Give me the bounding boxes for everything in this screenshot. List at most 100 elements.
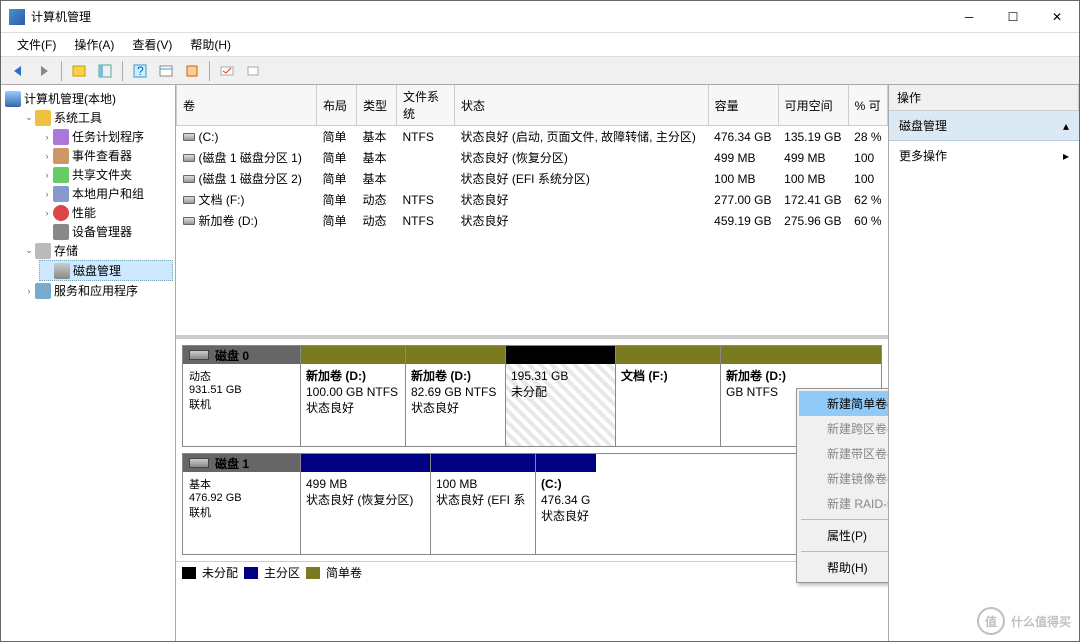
actions-header: 操作 [889,85,1079,111]
legend: 未分配 主分区 简单卷 [176,561,888,583]
toolbar-icon[interactable] [155,60,177,82]
menu-view[interactable]: 查看(V) [124,33,180,56]
volume-header-row[interactable]: 卷 布局 类型 文件系统 状态 容量 可用空间 % 可 [177,85,888,126]
menu-help[interactable]: 帮助(H) [182,33,239,56]
forward-button[interactable] [33,60,55,82]
partition-unallocated[interactable]: 195.31 GB未分配 [506,346,616,446]
disk-row[interactable]: 磁盘 0动态931.51 GB联机新加卷 (D:)100.00 GB NTFS状… [182,345,882,447]
partition[interactable]: 100 MB状态良好 (EFI 系 [431,454,536,554]
ctx-properties[interactable]: 属性(P) [799,523,888,548]
help-icon[interactable]: ? [129,60,151,82]
col-pct: % 可 [855,99,881,113]
close-button[interactable]: ✕ [1035,2,1079,32]
col-free: 可用空间 [785,99,833,113]
back-button[interactable] [7,60,29,82]
gear-icon [35,283,51,299]
toolbar-icon[interactable] [242,60,264,82]
ctx-new-striped-volume: 新建带区卷(T)... [799,441,888,466]
legend-swatch-simple [306,567,320,579]
partition-bar [301,346,405,364]
tree-performance[interactable]: › 性能 [39,203,173,222]
tree-task-scheduler[interactable]: ›任务计划程序 [39,127,173,146]
volume-row[interactable]: (磁盘 1 磁盘分区 1)简单基本状态良好 (恢复分区)499 MB499 MB… [177,147,888,168]
partition-bar [431,454,535,472]
partition[interactable]: 499 MB状态良好 (恢复分区) [301,454,431,554]
caret-right-icon[interactable]: › [41,189,53,199]
actions-disk-mgmt[interactable]: 磁盘管理 ▴ [889,111,1079,141]
svg-text:?: ? [137,64,144,78]
ctx-new-mirrored-volume: 新建镜像卷(R)... [799,466,888,491]
ctx-new-raid5-volume: 新建 RAID-5 卷(W)... [799,491,888,516]
partition-bar [616,346,720,364]
disk-row[interactable]: 磁盘 1基本476.92 GB联机499 MB状态良好 (恢复分区)100 MB… [182,453,882,555]
caret-right-icon[interactable]: › [41,132,53,142]
disk-icon [189,350,209,360]
drive-icon [183,196,195,204]
disk-icon [189,458,209,468]
menu-bar: 文件(F) 操作(A) 查看(V) 帮助(H) [1,33,1079,57]
device-icon [53,224,69,240]
toolbar-icon[interactable] [181,60,203,82]
partition[interactable]: 文档 (F:) [616,346,721,446]
collapse-icon: ▴ [1063,119,1069,133]
tree-label: 性能 [72,204,96,221]
tree-root-node[interactable]: 计算机管理(本地) [3,89,173,108]
partition-bar [406,346,505,364]
main-content: 计算机管理(本地) ⌄ 系统工具 ›任务计划程序 ›事件查看器 [1,85,1079,641]
disk-icon [54,263,70,279]
center-pane: 卷 布局 类型 文件系统 状态 容量 可用空间 % 可 (C:)简单基本NTFS… [176,85,889,641]
col-type: 类型 [363,99,387,113]
legend-swatch-primary [244,567,258,579]
caret-right-icon[interactable]: › [23,286,35,296]
minimize-button[interactable]: ─ [947,2,991,32]
caret-right-icon[interactable]: › [41,170,53,180]
tree-device-mgr[interactable]: 设备管理器 [39,222,173,241]
tree-disk-mgmt[interactable]: 磁盘管理 [39,260,173,281]
volume-row[interactable]: (C:)简单基本NTFS状态良好 (启动, 页面文件, 故障转储, 主分区)47… [177,126,888,148]
tree-label: 服务和应用程序 [54,282,138,299]
partition[interactable]: (C:)476.34 G状态良好 [536,454,596,554]
disk-info[interactable]: 磁盘 0动态931.51 GB联机 [183,346,301,446]
volume-list[interactable]: 卷 布局 类型 文件系统 状态 容量 可用空间 % 可 (C:)简单基本NTFS… [176,85,888,335]
legend-swatch-unalloc [182,567,196,579]
partition[interactable]: 新加卷 (D:)100.00 GB NTFS状态良好 [301,346,406,446]
tree-services[interactable]: › 服务和应用程序 [21,281,173,300]
nav-tree[interactable]: 计算机管理(本地) ⌄ 系统工具 ›任务计划程序 ›事件查看器 [1,85,176,641]
app-icon [9,9,25,25]
volume-row[interactable]: (磁盘 1 磁盘分区 2)简单基本状态良好 (EFI 系统分区)100 MB10… [177,168,888,189]
disk-graphical-view[interactable]: 磁盘 0动态931.51 GB联机新加卷 (D:)100.00 GB NTFS状… [176,335,888,641]
tree-label: 系统工具 [54,109,102,126]
tree-shared-folders[interactable]: ›共享文件夹 [39,165,173,184]
menu-file[interactable]: 文件(F) [9,33,64,56]
users-icon [53,186,69,202]
caret-down-icon[interactable]: ⌄ [23,245,35,256]
disk-info[interactable]: 磁盘 1基本476.92 GB联机 [183,454,301,554]
storage-icon [35,243,51,259]
volume-row[interactable]: 文档 (F:)简单动态NTFS状态良好277.00 GB172.41 GB62 … [177,189,888,210]
partition[interactable]: 新加卷 (D:)82.69 GB NTFS状态良好 [406,346,506,446]
toolbar-icon[interactable] [94,60,116,82]
tree-system-tools[interactable]: ⌄ 系统工具 [21,108,173,127]
caret-down-icon[interactable]: ⌄ [23,112,35,123]
drive-icon [183,133,195,141]
caret-right-icon[interactable]: › [41,151,53,161]
context-menu[interactable]: 新建简单卷(I)... 新建跨区卷(N)... 新建带区卷(T)... 新建镜像… [796,388,888,583]
tree-label: 存储 [54,242,78,259]
ctx-new-simple-volume[interactable]: 新建简单卷(I)... [799,391,888,416]
volume-row[interactable]: 新加卷 (D:)简单动态NTFS状态良好459.19 GB275.96 GB60… [177,210,888,231]
tree-label: 磁盘管理 [73,262,121,279]
tree-event-viewer[interactable]: ›事件查看器 [39,146,173,165]
partition-bar [506,346,615,364]
toolbar-icon[interactable] [68,60,90,82]
ctx-help[interactable]: 帮助(H) [799,555,888,580]
menu-action[interactable]: 操作(A) [66,33,122,56]
tree-storage[interactable]: ⌄ 存储 [21,241,173,260]
actions-more[interactable]: 更多操作 ▸ [889,141,1079,170]
caret-right-icon[interactable]: › [41,208,53,218]
maximize-button[interactable]: ☐ [991,2,1035,32]
app-window: 计算机管理 ─ ☐ ✕ 文件(F) 操作(A) 查看(V) 帮助(H) ? [0,0,1080,642]
clock-icon [53,129,69,145]
toolbar-icon[interactable] [216,60,238,82]
tree-local-users[interactable]: ›本地用户和组 [39,184,173,203]
partition-bar [301,454,430,472]
